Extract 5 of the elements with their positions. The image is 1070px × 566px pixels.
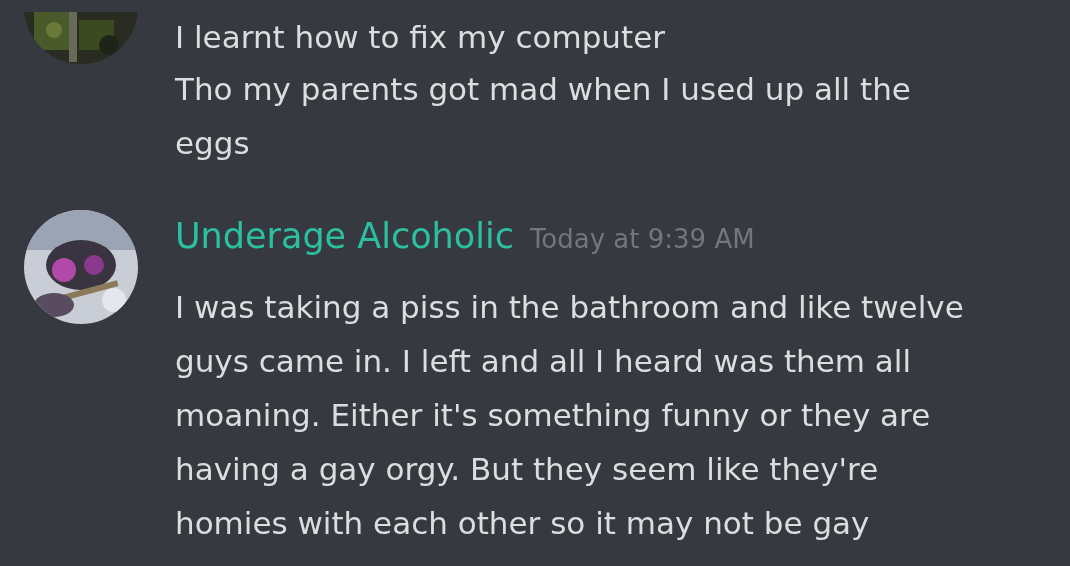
timestamp: Today at 9:39 AM xyxy=(529,224,755,254)
message-text: I was taking a piss in the bathroom and like twelve guys came in. I left and all I heard was them all moaning. Either it's something funny or they are having a gay orgy. But they seem like they're homies with each other so it may not be gay xyxy=(175,288,965,543)
message-text: Tho my parents got mad when I used up all the eggs xyxy=(175,70,912,163)
message-text: I learnt how to fix my computer xyxy=(175,18,666,57)
username[interactable]: Underage Alcoholic xyxy=(175,216,514,256)
